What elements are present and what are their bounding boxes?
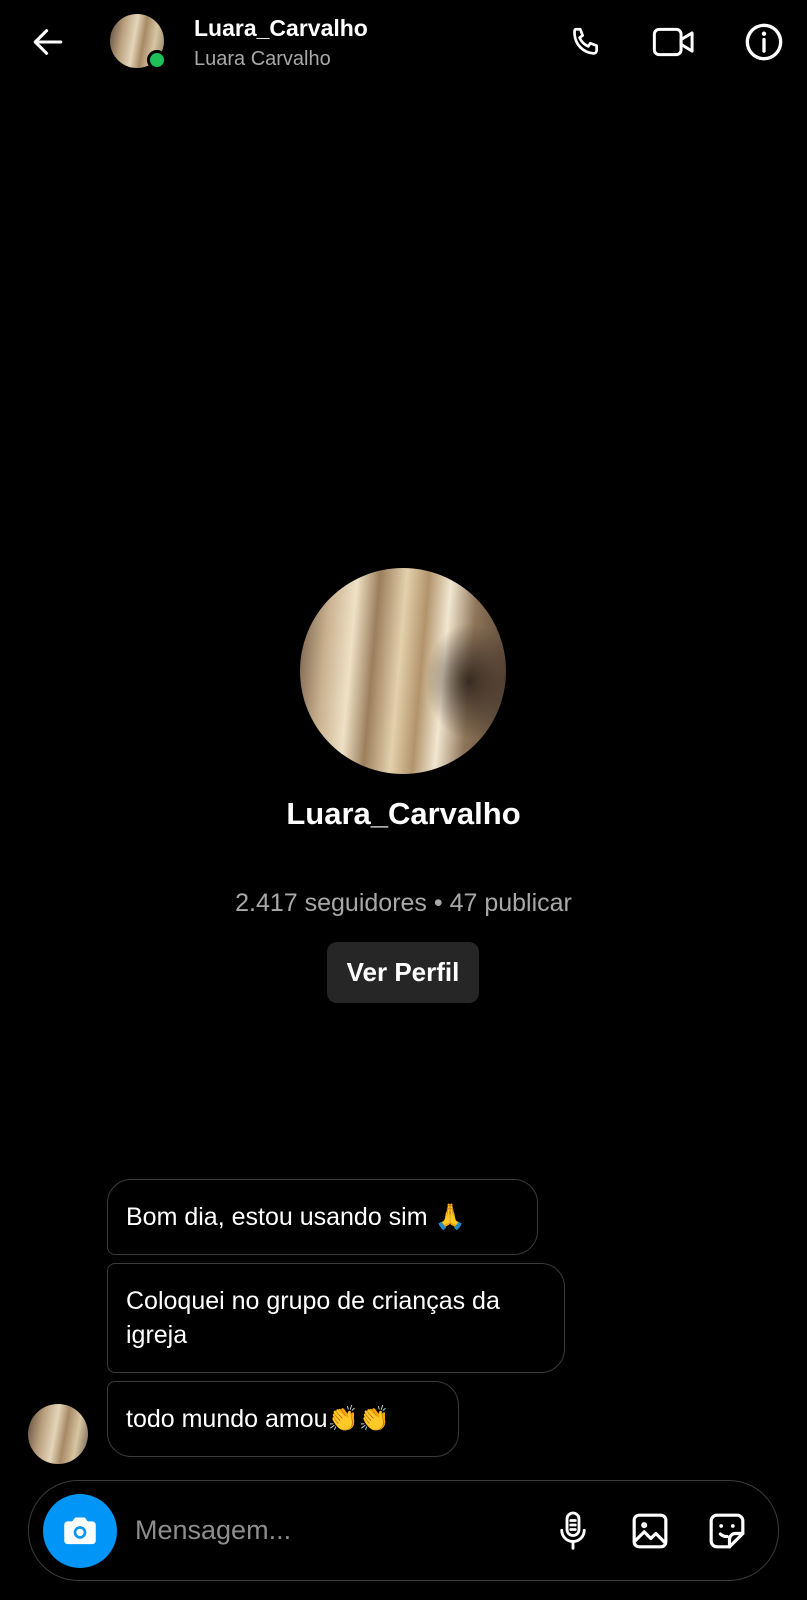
message-composer: [28, 1480, 779, 1581]
chat-header: Luara_Carvalho Luara Carvalho: [0, 0, 807, 86]
message-bubble[interactable]: Coloquei no grupo de crianças da igreja: [107, 1263, 565, 1373]
video-camera-icon: [652, 27, 694, 57]
message-bubble[interactable]: todo mundo amou👏👏: [107, 1381, 459, 1457]
online-status-indicator: [147, 50, 167, 70]
profile-stats: 2.417 seguidores • 47 publicar: [235, 889, 572, 917]
sticker-icon: [709, 1513, 745, 1549]
info-button[interactable]: [742, 20, 786, 64]
microphone-icon: [560, 1511, 586, 1550]
camera-icon: [64, 1517, 96, 1545]
message-bubble[interactable]: Bom dia, estou usando sim 🙏: [107, 1179, 538, 1255]
sticker-button[interactable]: [703, 1507, 751, 1555]
header-username[interactable]: Luara_Carvalho: [194, 15, 368, 42]
header-avatar[interactable]: [110, 14, 167, 70]
gallery-button[interactable]: [626, 1507, 674, 1555]
sender-avatar[interactable]: [28, 1404, 88, 1464]
profile-avatar: [300, 568, 506, 774]
image-icon: [632, 1513, 668, 1549]
view-profile-button[interactable]: Ver Perfil: [327, 942, 479, 1003]
arrow-left-icon: [33, 29, 63, 55]
video-call-button[interactable]: [652, 20, 696, 64]
phone-icon: [573, 27, 598, 55]
message-input[interactable]: [135, 1505, 515, 1555]
back-button[interactable]: [28, 22, 68, 62]
call-button[interactable]: [564, 20, 608, 64]
header-full-name: Luara Carvalho: [194, 48, 331, 70]
camera-button[interactable]: [43, 1494, 117, 1568]
info-icon: [745, 23, 783, 61]
voice-message-button[interactable]: [549, 1507, 597, 1555]
profile-username: Luara_Carvalho: [286, 796, 521, 831]
